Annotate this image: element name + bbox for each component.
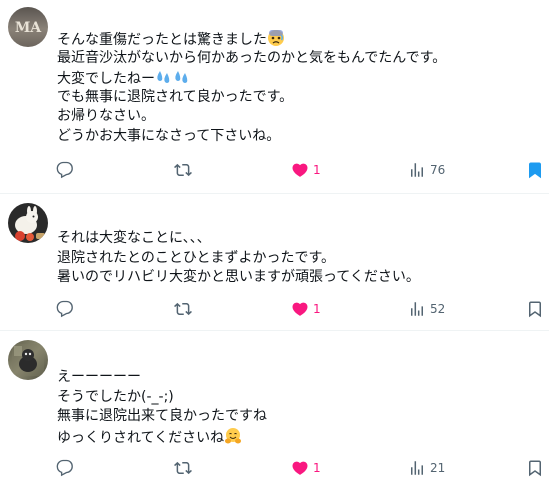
avatar-image [15,206,45,241]
like-count: 1 [313,461,321,475]
view-count: 52 [430,302,446,316]
bookmark-icon [529,301,541,318]
avatar-image [12,344,44,376]
reply-actions: 1 76 [0,158,549,182]
reply-actions: 1 21 [0,456,549,480]
repost-button[interactable] [174,456,192,480]
reply-text: それは大変なことに、、、 退院されたとのことひとまずよかったです。 暑いのでリハ… [57,229,541,288]
bookmark-icon [529,162,541,179]
reply-icon [56,161,73,179]
repost-icon [174,461,192,475]
reply-icon [56,300,73,318]
like-icon [292,302,308,316]
like-button[interactable]: 1 [291,456,321,480]
avatar[interactable]: MA [8,7,48,47]
reply-text-line: 無事に退院出来て良かったですね [57,408,267,424]
reply-text-line: 最近音沙汰がないから何かあったのかと気をもんでたんです。 [57,49,447,66]
reply-button[interactable] [56,456,74,480]
like-button[interactable]: 1 [291,158,321,182]
reply-text-line: ゆっくりされてくださいね [57,429,225,446]
reply-text-line: 大変でしたねー [57,71,155,87]
repost-icon [174,163,192,177]
svg-text:MA: MA [15,20,42,36]
bookmark-icon [529,460,541,477]
avatar-image: MA [15,20,42,36]
reply-text-line: えーーーーー [57,369,141,385]
reply-item[interactable]: MA そんな重傷だったとは驚きました 最近音沙汰がないから何かあったのかと気をも… [0,0,549,194]
reply-button[interactable] [56,297,74,321]
reply-text-line: どうかお大事になさって下さいね。 [57,127,281,144]
like-count: 1 [313,163,321,177]
repost-icon [174,302,192,316]
reply-item[interactable]: それは大変なことに、、、 退院されたとのことひとまずよかったです。 暑いのでリハ… [0,194,549,331]
reply-text-line: でも無事に退院されて良かったです。 [57,88,294,105]
reply-text-line: それは大変なことに、、、 [57,230,211,246]
reply-text: そんな重傷だったとは驚きました 最近音沙汰がないから何かあったのかと気をもんでた… [57,29,541,146]
views-button[interactable]: 52 [408,297,445,321]
views-button[interactable]: 21 [408,456,445,480]
repost-button[interactable] [174,297,192,321]
reply-actions: 1 52 [0,297,549,321]
bookmark-button[interactable] [526,297,544,321]
view-count: 76 [430,163,446,177]
like-button[interactable]: 1 [291,297,321,321]
views-icon [411,302,423,316]
like-count: 1 [313,302,321,316]
views-icon [411,461,423,475]
reply-text-line: そうでしたか(-_-;) [57,388,174,405]
reply-text: えーーーーー そうでしたか(-_-;) 無事に退院出来て良かったですね ゆっくり… [57,368,541,446]
reply-icon [56,459,73,477]
bookmark-button[interactable] [526,158,544,182]
views-button[interactable]: 76 [408,158,445,182]
bookmark-button[interactable] [526,456,544,480]
reply-text-line: 暑いのでリハビリ大変かと思いますが頑張ってください。 [57,269,420,285]
hugging-face-emoji [224,427,242,452]
views-icon [411,163,423,177]
repost-button[interactable] [174,158,192,182]
reply-text-line: 退院されたとのことひとまずよかったです。 [57,249,336,266]
like-icon [292,461,308,475]
like-icon [292,163,308,177]
avatar[interactable] [8,340,48,380]
view-count: 21 [430,461,446,475]
reply-text-line: そんな重傷だったとは驚きました [57,32,267,48]
avatar[interactable] [8,203,48,243]
reply-item[interactable]: えーーーーー そうでしたか(-_-;) 無事に退院出来て良かったですね ゆっくり… [0,331,549,482]
reply-button[interactable] [56,158,74,182]
reply-text-line: お帰りなさい。 [57,108,155,124]
